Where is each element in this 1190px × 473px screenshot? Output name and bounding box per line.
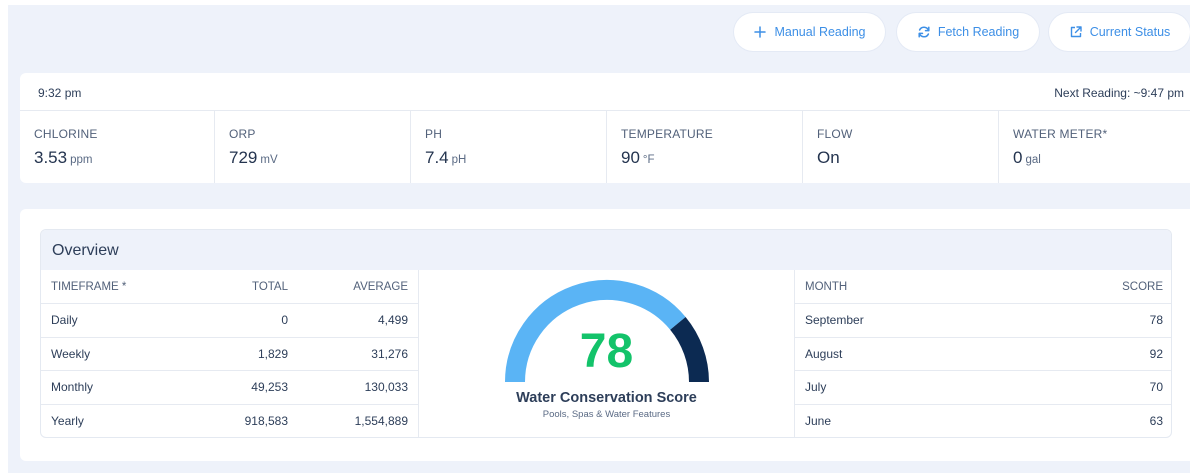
gauge-title: Water Conservation Score: [516, 390, 697, 406]
metric-value: 729: [229, 148, 258, 167]
overview-card: Overview TIMEFRAME * TOTAL AVERAGE Daily…: [20, 209, 1190, 461]
metric-label: TEMPERATURE: [621, 127, 713, 141]
month-cell: July: [795, 370, 1045, 405]
table-row: August 92: [795, 337, 1171, 371]
column-header-timeframe[interactable]: TIMEFRAME *: [41, 270, 191, 304]
metric-orp: ORP 729 mV: [215, 111, 411, 183]
current-status-button[interactable]: Current Status: [1049, 13, 1190, 51]
metric-flow: FLOW On: [803, 111, 999, 183]
month-cell: September: [795, 303, 1045, 338]
metric-water-meter: WATER METER* 0 gal: [999, 111, 1190, 183]
average-cell: 31,276: [298, 337, 418, 371]
score-cell: 78: [1045, 303, 1171, 338]
manual-reading-button[interactable]: Manual Reading: [734, 13, 885, 51]
table-row: Yearly 918,583 1,554,889: [41, 404, 418, 437]
total-cell: 918,583: [244, 414, 288, 428]
metric-value: On: [817, 148, 840, 167]
plus-icon: [753, 25, 767, 39]
metric-value: 90: [621, 148, 640, 167]
metric-value: 3.53: [34, 148, 68, 167]
metric-label: PH: [425, 127, 443, 141]
table-row: September 78: [795, 303, 1171, 338]
score-cell: 63: [1149, 414, 1163, 428]
metric-temperature: TEMPERATURE 90 °F: [607, 111, 803, 183]
external-link-icon: [1069, 25, 1083, 39]
readings-card: 9:32 pm Next Reading: ~9:47 pm CHLORINE …: [20, 73, 1190, 183]
overview-title: Overview: [52, 242, 119, 259]
metric-unit: ppm: [70, 154, 93, 166]
conservation-gauge: 78 Water Conservation Score Pools, Spas …: [418, 270, 795, 437]
total-cell: 0: [191, 303, 298, 338]
column-header-average[interactable]: AVERAGE: [298, 270, 418, 304]
gauge-subtitle: Pools, Spas & Water Features: [542, 409, 671, 420]
metric-label: FLOW: [817, 127, 853, 141]
column-header-score[interactable]: SCORE: [1045, 270, 1171, 304]
timeframe-cell: Monthly: [41, 370, 191, 405]
overview-header: Overview: [41, 230, 1171, 270]
metric-label: ORP: [229, 127, 256, 141]
average-cell: 130,033: [298, 370, 418, 405]
table-header-row: TIMEFRAME * TOTAL AVERAGE: [41, 270, 418, 304]
monthly-score-table: MONTH SCORE September 78 August 92 July …: [795, 270, 1171, 437]
gauge-score-value: 78: [579, 325, 634, 378]
table-row: Monthly 49,253 130,033: [41, 370, 418, 405]
manual-reading-label: Manual Reading: [774, 25, 866, 39]
timeframe-cell: Daily: [41, 303, 191, 338]
metric-value: 7.4: [425, 148, 449, 167]
total-cell: 1,829: [191, 337, 298, 371]
current-time: 9:32 pm: [38, 86, 82, 100]
timeframe-table: TIMEFRAME * TOTAL AVERAGE Daily 0 4,499 …: [41, 270, 418, 437]
score-cell: 70: [1045, 370, 1171, 405]
overview-panel: Overview TIMEFRAME * TOTAL AVERAGE Daily…: [40, 229, 1172, 438]
table-row: Weekly 1,829 31,276: [41, 337, 418, 371]
column-header-month[interactable]: MONTH: [795, 270, 1045, 304]
average-cell: 4,499: [298, 303, 418, 338]
table-row: July 70: [795, 370, 1171, 405]
column-header-total[interactable]: TOTAL: [191, 270, 298, 304]
fetch-reading-label: Fetch Reading: [937, 25, 1020, 39]
metric-value: 0: [1013, 148, 1023, 167]
month-cell: June: [805, 414, 832, 428]
timeframe-cell: Yearly: [51, 414, 84, 428]
metric-unit: mV: [260, 154, 278, 166]
metric-label: CHLORINE: [34, 127, 98, 141]
table-row: June 63: [795, 404, 1171, 437]
metric-chlorine: CHLORINE 3.53 ppm: [20, 111, 215, 183]
table-header-row: MONTH SCORE: [795, 270, 1171, 304]
metric-unit: gal: [1025, 154, 1041, 166]
average-cell: 1,554,889: [354, 414, 408, 428]
month-cell: August: [795, 337, 1045, 371]
metric-label: WATER METER*: [1013, 127, 1108, 141]
total-cell: 49,253: [191, 370, 298, 405]
timeframe-cell: Weekly: [41, 337, 191, 371]
fetch-reading-button[interactable]: Fetch Reading: [897, 13, 1039, 51]
score-cell: 92: [1045, 337, 1171, 371]
metric-ph: PH 7.4 pH: [411, 111, 607, 183]
metric-unit: pH: [451, 154, 467, 166]
current-status-label: Current Status: [1089, 25, 1171, 39]
next-reading-time: Next Reading: ~9:47 pm: [1054, 86, 1184, 100]
table-row: Daily 0 4,499: [41, 303, 418, 338]
refresh-icon: [917, 25, 931, 39]
reading-time-row: 9:32 pm Next Reading: ~9:47 pm: [20, 73, 1190, 111]
metric-unit: °F: [642, 154, 655, 166]
